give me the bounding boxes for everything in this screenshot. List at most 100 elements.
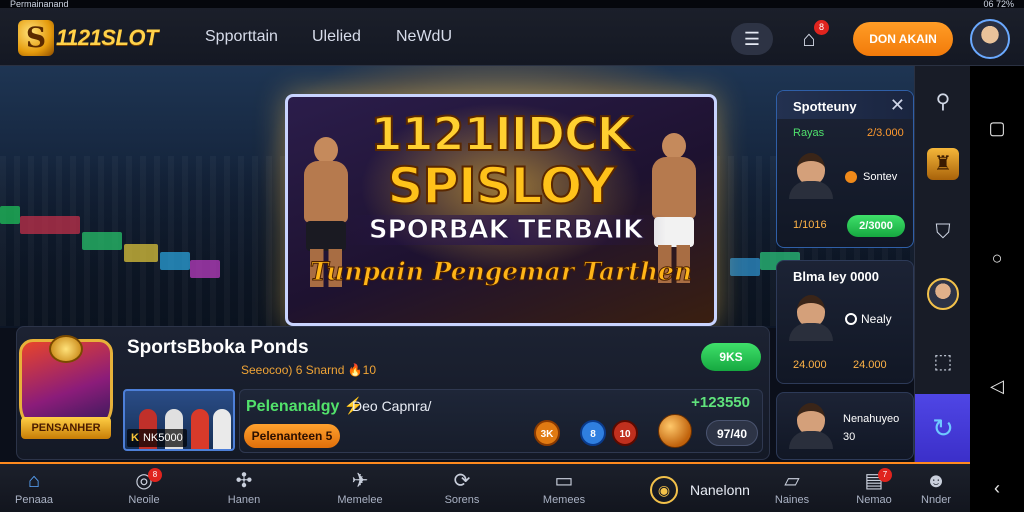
strip-action-button[interactable]: 9KS xyxy=(701,343,761,371)
bottom-nav-item[interactable]: ⌂ Penaaa xyxy=(0,468,74,506)
face-icon: ☻ xyxy=(925,470,947,492)
bottom-nav-item[interactable]: ✣ Hanen xyxy=(204,468,284,506)
chip-orange[interactable]: 3K xyxy=(534,420,560,446)
user-avatar[interactable] xyxy=(970,19,1010,59)
top-header: S 1121SLOT Spporttain Ulelied NeWdU ☰ ⌂ … xyxy=(0,8,1024,66)
card-bottom-right: 24.000 xyxy=(853,359,887,371)
strip-subtitle: Seeocoo) 6 Snarnd 🔥10 xyxy=(241,363,377,377)
trophy-shield-icon[interactable]: ♜ xyxy=(927,148,959,180)
chip-blue[interactable]: 8 xyxy=(580,420,606,446)
result-pill[interactable]: 97/40 xyxy=(706,420,758,446)
thumb-tag-value: NK5000 xyxy=(142,432,183,444)
refresh-icon: ↻ xyxy=(932,413,954,443)
bottom-nav-item[interactable]: ▭ Memees xyxy=(524,468,604,506)
hook-icon[interactable]: ⚲ xyxy=(927,86,959,118)
strip-title: SportsBboka Ponds xyxy=(127,337,309,358)
ad-board xyxy=(124,244,158,262)
ad-board xyxy=(82,232,122,250)
coin-icon: ◉ xyxy=(650,476,678,504)
bottom-nav-item[interactable]: ▱ Naines xyxy=(752,468,832,506)
ad-board xyxy=(20,216,80,234)
odds-value: +123550 xyxy=(691,394,750,411)
poster-title-line4: Tunpain Pengemar Tarthen xyxy=(309,257,693,287)
promo-poster[interactable]: 1121IIDCK SPISLOY SPORBAK TERBAIK Tunpai… xyxy=(285,94,717,326)
menu-button[interactable]: ☰ xyxy=(731,23,773,55)
logo-s-icon: S xyxy=(18,20,54,56)
bet-panel: Pelenanalgy ⚡ Deo Capnra/ +123550 Pelena… xyxy=(239,389,763,453)
ball-icon xyxy=(845,171,857,183)
player-label: Sontev xyxy=(863,171,898,183)
message-icon: ▱ xyxy=(784,470,800,492)
card-bottom-left: 24.000 xyxy=(793,359,827,371)
status-bar: Permainanand 06 72% xyxy=(0,0,1024,9)
sports-card-3[interactable]: Nenahuyeo 30 xyxy=(776,392,914,460)
bottom-nav-item[interactable]: ✈ Memelee xyxy=(320,468,400,506)
game-emblem[interactable]: PENSANHER xyxy=(11,333,121,445)
featured-game-strip[interactable]: PENSANHER SportsBboka Ponds Seeocoo) 6 S… xyxy=(16,326,770,460)
nav-badge: 7 xyxy=(878,468,892,482)
bottom-nav-item[interactable]: ☻ Nnder xyxy=(903,468,969,506)
card-row-left: Rayas xyxy=(793,127,825,139)
bottom-nav: ⌂ Penaaa ◎ 8 Neoile ✣ Hanen ✈ Memelee ⟳ Sorens… xyxy=(0,462,970,512)
home-icon: ⌂ xyxy=(27,470,41,492)
player-avatar[interactable] xyxy=(927,278,959,310)
player-avatar xyxy=(789,153,833,199)
back-triangle-icon[interactable]: ◁ xyxy=(987,376,1007,396)
close-icon[interactable]: ✕ xyxy=(890,96,905,114)
bottom-nav-item[interactable]: ▤ 7 Nemao xyxy=(834,468,914,506)
status-dot-icon xyxy=(845,313,857,325)
nav-link-live[interactable]: Ulelied xyxy=(312,28,361,46)
puzzle-icon: ✣ xyxy=(235,470,253,492)
poster-title-line1: 1121IIDCK xyxy=(370,106,634,162)
active-rail-item[interactable]: ↻ xyxy=(915,394,971,462)
match-thumbnail[interactable]: K NK5000 xyxy=(123,389,235,451)
nav-badge: 8 xyxy=(148,468,162,482)
site-logo[interactable]: S 1121SLOT xyxy=(18,20,158,56)
back-arrow-icon[interactable]: ‹ xyxy=(987,478,1007,498)
card-title: Spotteuny xyxy=(793,99,857,114)
card-title: Nenahuyeo xyxy=(843,413,900,425)
ticket-icon: ▤ 7 xyxy=(834,468,914,494)
right-rail: ⚲ ♜ ⛉ ⬚ ↻ xyxy=(914,66,971,462)
card-bottom-left: 1/1016 xyxy=(793,219,827,231)
emblem-label: PENSANHER xyxy=(21,417,111,439)
logo-text: 1121SLOT xyxy=(56,25,158,50)
bottom-nav-item[interactable]: ◎ 8 Neoile xyxy=(104,468,184,506)
target-icon: ◎ 8 xyxy=(104,468,184,494)
shield-check-icon[interactable]: ⛉ xyxy=(927,216,959,248)
bird-icon: ✈ xyxy=(351,470,369,492)
thumb-tag: K NK5000 xyxy=(127,429,187,447)
notification-badge: 8 xyxy=(814,20,829,35)
notification-button[interactable]: ⌂ 8 xyxy=(795,20,829,54)
thumb-tag-icon: K xyxy=(131,432,139,444)
crest-icon xyxy=(49,335,83,363)
list-icon: ☰ xyxy=(743,29,761,49)
chip-red[interactable]: 10 xyxy=(612,420,638,446)
circle-icon[interactable]: ○ xyxy=(987,248,1007,268)
nav-link-new[interactable]: NeWdU xyxy=(396,28,452,46)
card-title: Blma Iey 0000 xyxy=(793,269,880,284)
player-label: 30 xyxy=(843,431,856,443)
nav-link-sports[interactable]: Spporttain xyxy=(205,28,278,46)
bet-button[interactable]: 2/3000 xyxy=(847,215,905,237)
player-figure xyxy=(191,409,209,449)
basketball-icon[interactable] xyxy=(658,414,692,448)
square-icon[interactable]: ▢ xyxy=(987,118,1007,138)
poster-title-line2: SPISLOY xyxy=(386,156,616,216)
sports-card-1[interactable]: Spotteuny ✕ Rayas 2/3.000 Sontev 1/1016 … xyxy=(776,90,914,248)
ad-board xyxy=(730,258,760,276)
ad-board xyxy=(160,252,190,270)
bottom-nav-item[interactable]: ⟳ Sorens xyxy=(422,468,502,506)
player-figure xyxy=(213,409,231,449)
login-button[interactable]: DON AKAIN xyxy=(853,22,953,56)
panel-action-button[interactable]: Pelenanteen 5 xyxy=(244,424,340,448)
box-icon[interactable]: ⬚ xyxy=(927,346,959,378)
player-label: Nealy xyxy=(861,312,892,326)
panel-label-green: Pelenanalgy ⚡ xyxy=(246,398,364,415)
sync-icon: ⟳ xyxy=(453,470,471,492)
bottom-nav-item[interactable]: ◉ Nanelonn xyxy=(650,474,760,506)
poster-title-line3: SPORBAK TERBAIK xyxy=(346,215,666,246)
sports-card-2[interactable]: Blma Iey 0000 Nealy 24.000 24.000 xyxy=(776,260,914,384)
panel-label-white: Deo Capnra/ xyxy=(352,398,432,414)
ad-board xyxy=(190,260,220,278)
